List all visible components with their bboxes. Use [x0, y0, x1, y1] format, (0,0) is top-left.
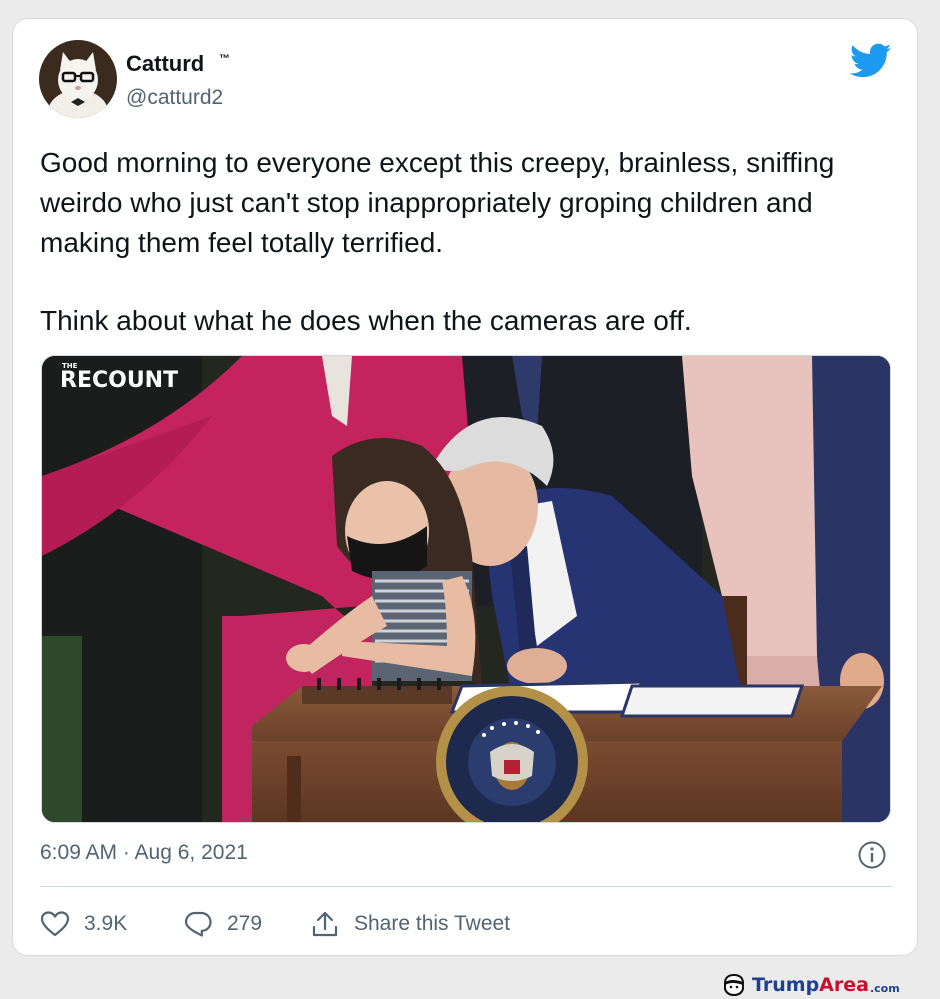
tweet-actions: 3.9K 279 Share this Tweet — [40, 906, 510, 942]
display-name[interactable]: Catturd — [126, 51, 204, 77]
recount-watermark: THE RECOUNT — [60, 362, 179, 393]
share-button[interactable]: Share this Tweet — [310, 910, 510, 938]
user-handle[interactable]: @catturd2 — [126, 86, 223, 110]
tweet-timestamp[interactable]: 6:09 AM · Aug 6, 2021 — [40, 841, 248, 865]
tweet-paragraph: Think about what he does when the camera… — [40, 305, 692, 336]
brand-name-left: Trump — [752, 974, 820, 996]
reply-button[interactable]: 279 — [183, 910, 310, 938]
like-count: 3.9K — [84, 912, 128, 935]
share-label: Share this Tweet — [354, 912, 511, 935]
brand-suffix: .com — [869, 981, 900, 995]
tweet-paragraph: Good morning to everyone except this cre… — [40, 147, 835, 258]
divider — [40, 886, 892, 887]
watermark-text: RECOUNT — [60, 368, 179, 393]
tweet-video[interactable]: THE RECOUNT — [41, 355, 891, 823]
info-icon[interactable] — [857, 840, 887, 870]
trademark-symbol: ™ — [219, 53, 230, 65]
heart-icon — [40, 911, 70, 937]
brand-name-right: Area — [819, 974, 869, 996]
twitter-bird-icon[interactable] — [849, 43, 892, 79]
trumparea-logo[interactable]: TrumpArea .com — [722, 974, 900, 996]
share-icon — [312, 911, 338, 937]
avatar[interactable] — [39, 40, 117, 118]
reply-count: 279 — [227, 912, 263, 935]
brand-name: TrumpArea — [752, 974, 869, 996]
like-button[interactable]: 3.9K — [40, 910, 183, 938]
trumparea-logo-icon — [724, 974, 744, 996]
tweet-card: Catturd ™ @catturd2 Good morning to ever… — [12, 18, 918, 956]
watermark-small-text: THE — [62, 362, 78, 370]
reply-icon — [184, 911, 212, 937]
tweet-body: Good morning to everyone except this cre… — [40, 143, 890, 341]
